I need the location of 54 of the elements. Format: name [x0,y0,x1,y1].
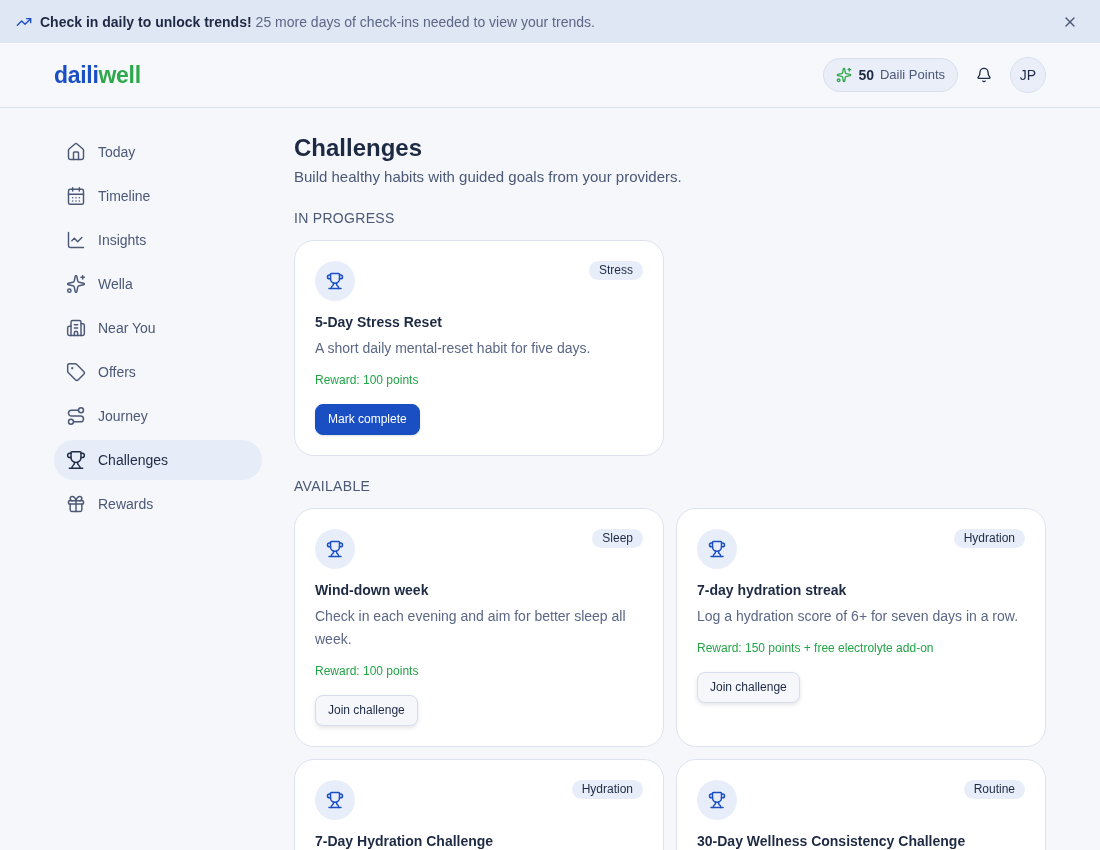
category-tag: Routine [963,780,1025,799]
banner-title: Check in daily to unlock trends! [40,12,252,32]
line-chart-icon [66,230,86,250]
building-icon [66,318,86,338]
nav-item[interactable]: Insights [54,220,262,260]
tag-icon [66,362,86,382]
sparkles-icon [66,274,86,294]
category-tag: Sleep [592,529,643,548]
join-challenge-button[interactable]: Join challenge [697,672,800,703]
category-tag: Stress [589,261,643,280]
nav-item[interactable]: Rewards [54,484,262,524]
reward-text: Reward: 100 points [315,663,420,679]
challenge-title: 7-Day Hydration Challenge [315,832,495,850]
nav-item[interactable]: Today [54,132,262,172]
avatar-button[interactable]: JP [1010,57,1046,93]
category-tag: Hydration [571,780,643,799]
trophy-icon [697,529,737,569]
banner-message: 25 more days of check-ins needed to view your trends. [255,12,595,32]
logo: dailiwell [54,61,141,89]
nav-item[interactable]: Journey [54,396,262,436]
reward-text: Reward: 150 points + free electrolyte add-on [697,640,935,656]
nav-item[interactable]: Near You [54,308,262,348]
page-title: Challenges [294,133,424,163]
challenge-description: A short daily mental-reset habit for five days. [315,339,592,358]
trophy-icon [315,780,355,820]
mark-complete-button[interactable]: Mark complete [315,404,420,435]
reward-text: Reward: 100 points [315,372,420,388]
category-tag: Hydration [953,529,1025,548]
challenge-title: 30-Day Wellness Consistency Challenge [697,832,967,850]
nav-item[interactable]: Wella [54,264,262,304]
calendar-icon [66,186,86,206]
challenge-title: 5-Day Stress Reset [315,313,443,331]
join-challenge-button[interactable]: Join challenge [315,695,418,726]
trophy-icon [315,261,355,301]
points-value: 50 [858,66,874,85]
challenge-title: Wind-down week [315,581,430,599]
section-heading: AVAILABLE [294,477,372,496]
section-heading: IN PROGRESS [294,209,396,228]
nav-item[interactable]: Timeline [54,176,262,216]
trophy-icon [66,450,86,470]
nav-item[interactable]: Challenges [54,440,262,480]
page-subtitle: Build healthy habits with guided goals from your providers. [294,167,683,187]
challenge-description: Log a hydration score of 6+ for seven days in a row. [697,607,1020,626]
points-label: Daili Points [879,66,945,85]
house-icon [66,142,86,162]
sparkles-icon [836,67,853,83]
nav-item[interactable]: Offers [54,352,262,392]
gift-icon [66,494,86,514]
challenge-description: Check in each evening and aim for better sleep all week. [315,607,627,649]
route-icon [66,406,86,426]
bell-icon [976,67,992,83]
trophy-icon [315,529,355,569]
challenge-title: 7-day hydration streak [697,581,848,599]
trophy-icon [697,780,737,820]
